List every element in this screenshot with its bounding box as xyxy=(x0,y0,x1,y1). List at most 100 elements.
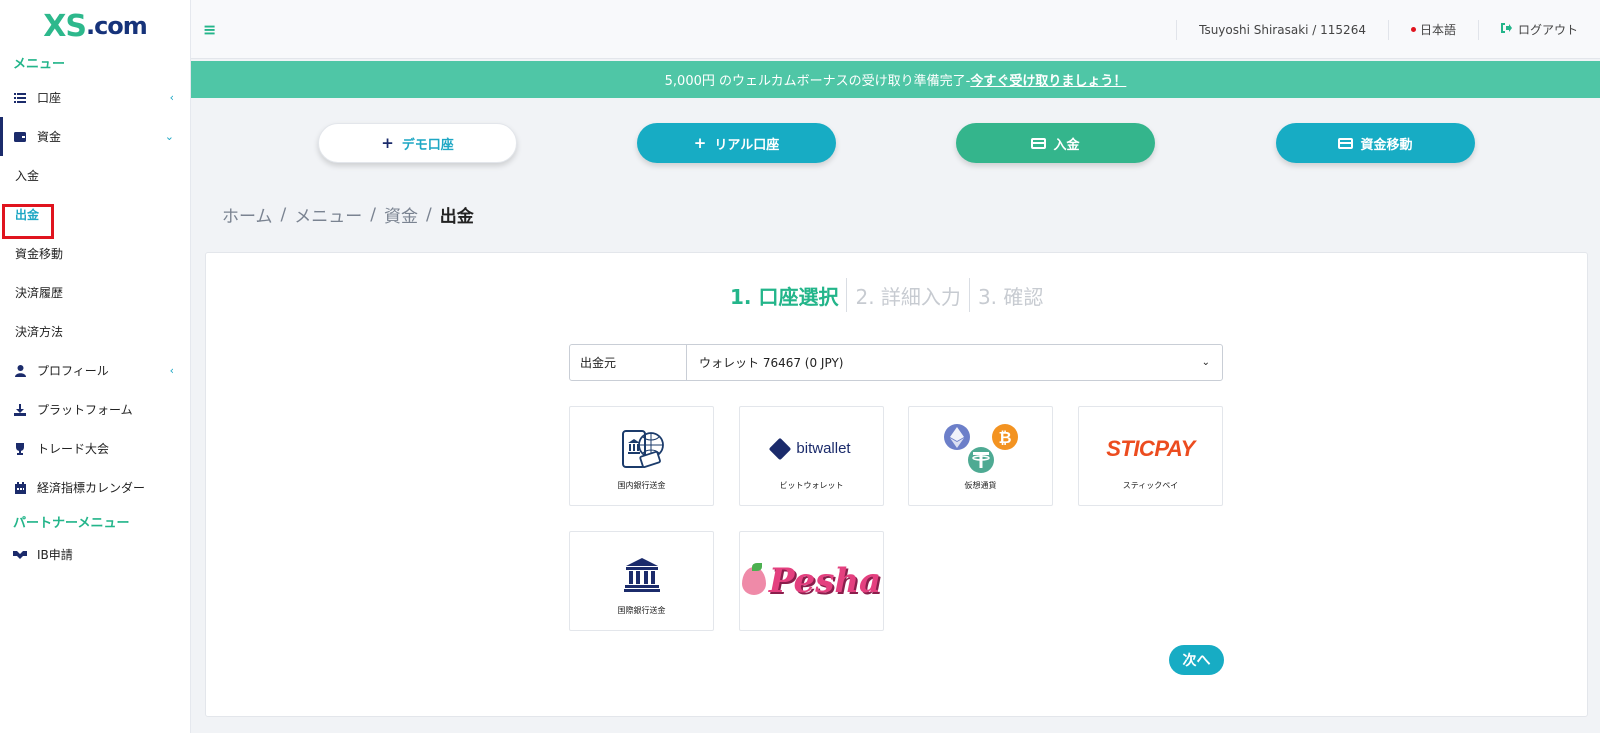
deposit-label: 入金 xyxy=(1053,137,1080,153)
breadcrumb-menu[interactable]: メニュー xyxy=(294,202,362,227)
top-right-area: Tsuyoshi Shirasaki / 115264 日本語 ログアウト xyxy=(1176,0,1600,59)
step-2-details: 2. 詳細入力 xyxy=(855,284,961,309)
plus-icon: + xyxy=(381,134,394,152)
pesha-logo-text: Pesha xyxy=(768,561,882,601)
sidebar-subitem-transfer[interactable]: 資金移動 xyxy=(0,234,190,273)
sidebar-item-label: 口座 xyxy=(37,91,62,105)
sidebar: XS .com メニュー 口座 ‹ 資金 ⌄ 入金 出金 資金移動 決済履歴 決済… xyxy=(0,0,191,733)
method-caption: スティックペイ xyxy=(1122,480,1179,490)
crypto-icon: ₿ xyxy=(941,422,1021,476)
withdrawal-source-select[interactable]: ウォレット 76467 (0 JPY) ⌄ xyxy=(687,345,1222,380)
method-pesha[interactable]: Pesha xyxy=(739,531,884,631)
bitwallet-mark-icon xyxy=(769,437,792,460)
calendar-icon xyxy=(13,481,27,495)
top-bar: ≡ Tsuyoshi Shirasaki / 115264 日本語 ログアウト xyxy=(191,0,1600,59)
language-selector[interactable]: 日本語 xyxy=(1389,21,1478,38)
sidebar-subitem-deposit[interactable]: 入金 xyxy=(0,156,190,195)
welcome-bonus-banner: 5,000円 のウェルカムボーナスの受け取り準備完了- 今すぐ受け取りましょう！ xyxy=(191,61,1600,98)
bank-icon xyxy=(623,547,660,601)
banner-text: 5,000円 のウェルカムボーナスの受け取り準備完了- xyxy=(664,74,971,89)
withdrawal-source-group: 出金元 ウォレット 76467 (0 JPY) ⌄ xyxy=(569,344,1223,381)
bitwallet-logo: bitwallet xyxy=(769,422,851,476)
sticpay-logo-text: STICPAY xyxy=(1106,435,1195,461)
logout-button[interactable]: ログアウト xyxy=(1479,21,1600,38)
sidebar-item-label: プラットフォーム xyxy=(37,403,133,417)
method-caption: ビットウォレット xyxy=(779,480,844,490)
real-account-button[interactable]: + リアル口座 xyxy=(637,123,836,163)
breadcrumb-funds[interactable]: 資金 xyxy=(384,202,418,227)
bitwallet-logo-text: bitwallet xyxy=(796,440,851,457)
transfer-label: 資金移動 xyxy=(1360,137,1413,153)
method-caption: 仮想通貨 xyxy=(964,480,997,490)
method-bitwallet[interactable]: bitwallet ビットウォレット xyxy=(739,406,884,506)
method-international-bank-transfer[interactable]: 国際銀行送金 xyxy=(569,531,714,631)
sticpay-logo: STICPAY xyxy=(1106,422,1195,476)
sidebar-subitem-payment-history[interactable]: 決済履歴 xyxy=(0,273,190,312)
step-3-confirm: 3. 確認 xyxy=(977,284,1044,309)
next-button[interactable]: 次へ xyxy=(1169,645,1224,675)
wallet-icon xyxy=(13,130,27,144)
sidebar-item-ib-application[interactable]: IB申請 xyxy=(0,537,190,571)
trophy-icon xyxy=(13,442,27,456)
method-domestic-bank-transfer[interactable]: 国内銀行送金 xyxy=(569,406,714,506)
chevron-down-icon: ⌄ xyxy=(164,130,174,143)
withdrawal-source-value: ウォレット 76467 (0 JPY) xyxy=(699,356,844,370)
bank-phone-icon xyxy=(619,422,665,476)
banner-claim-link[interactable]: 今すぐ受け取りましょう！ xyxy=(970,70,1126,89)
breadcrumb-separator: / xyxy=(425,204,432,225)
logout-label: ログアウト xyxy=(1517,23,1578,37)
demo-account-label: デモ口座 xyxy=(401,137,454,153)
breadcrumb-separator: / xyxy=(370,204,376,225)
transfer-button[interactable]: 資金移動 xyxy=(1276,123,1475,163)
sidebar-item-account[interactable]: 口座 ‹ xyxy=(0,78,190,117)
chevron-left-icon: ‹ xyxy=(169,91,174,104)
method-caption: 国内銀行送金 xyxy=(617,480,666,490)
sidebar-item-funds[interactable]: 資金 ⌄ xyxy=(0,117,190,156)
step-1-account-select: 1. 口座選択 xyxy=(730,284,839,309)
language-label: 日本語 xyxy=(1419,23,1456,37)
sidebar-subitem-payment-methods[interactable]: 決済方法 xyxy=(0,312,190,351)
method-crypto[interactable]: ₿ 仮想通貨 xyxy=(908,406,1053,506)
withdrawal-source-label: 出金元 xyxy=(570,345,687,380)
pesha-logo: Pesha xyxy=(741,554,882,608)
sidebar-item-trade-contest[interactable]: トレード大会 xyxy=(0,429,190,468)
menu-heading: メニュー xyxy=(13,57,66,72)
sidebar-item-label: プロフィール xyxy=(37,364,109,378)
withdrawal-panel xyxy=(205,252,1588,717)
logo-xs: XS xyxy=(43,8,87,44)
xs-logo[interactable]: XS .com xyxy=(0,0,190,52)
deposit-button[interactable]: 入金 xyxy=(956,123,1155,163)
chevron-left-icon: ‹ xyxy=(169,364,174,377)
logo-com: .com xyxy=(85,12,148,40)
handshake-icon xyxy=(13,547,27,561)
plus-icon: + xyxy=(693,134,707,152)
chevron-down-icon: ⌄ xyxy=(1201,357,1210,368)
partner-menu-heading: パートナーメニュー xyxy=(13,516,130,531)
credit-card-icon xyxy=(1031,137,1047,149)
credit-card-icon xyxy=(1338,137,1354,149)
demo-account-button[interactable]: + デモ口座 xyxy=(318,123,517,163)
breadcrumb-home[interactable]: ホーム xyxy=(222,202,273,227)
highlight-annotation-box xyxy=(2,204,54,239)
peach-icon xyxy=(741,563,766,595)
sidebar-item-economic-calendar[interactable]: 経済指標カレンダー xyxy=(0,468,190,507)
svg-text:₿: ₿ xyxy=(998,428,1011,447)
breadcrumb-current: 出金 xyxy=(439,207,474,227)
sidebar-item-label: 経済指標カレンダー xyxy=(37,481,146,495)
sidebar-item-platform[interactable]: プラットフォーム xyxy=(0,390,190,429)
user-icon xyxy=(13,364,27,378)
sidebar-item-label: IB申請 xyxy=(37,547,73,562)
user-info[interactable]: Tsuyoshi Shirasaki / 115264 xyxy=(1177,23,1388,37)
download-icon xyxy=(13,403,27,417)
method-sticpay[interactable]: STICPAY スティックペイ xyxy=(1078,406,1223,506)
breadcrumb: ホーム / メニュー / 資金 / 出金 xyxy=(222,202,482,228)
logout-icon xyxy=(1500,23,1512,36)
sidebar-item-label: 資金 xyxy=(37,130,62,144)
list-icon xyxy=(13,91,27,105)
hamburger-menu-icon[interactable]: ≡ xyxy=(203,20,216,39)
step-indicator: 1. 口座選択 2. 詳細入力 3. 確認 xyxy=(725,278,1051,312)
sidebar-item-profile[interactable]: プロフィール ‹ xyxy=(0,351,190,390)
real-account-label: リアル口座 xyxy=(714,137,780,153)
method-caption: 国際銀行送金 xyxy=(617,605,666,615)
sidebar-item-label: トレード大会 xyxy=(37,442,110,456)
